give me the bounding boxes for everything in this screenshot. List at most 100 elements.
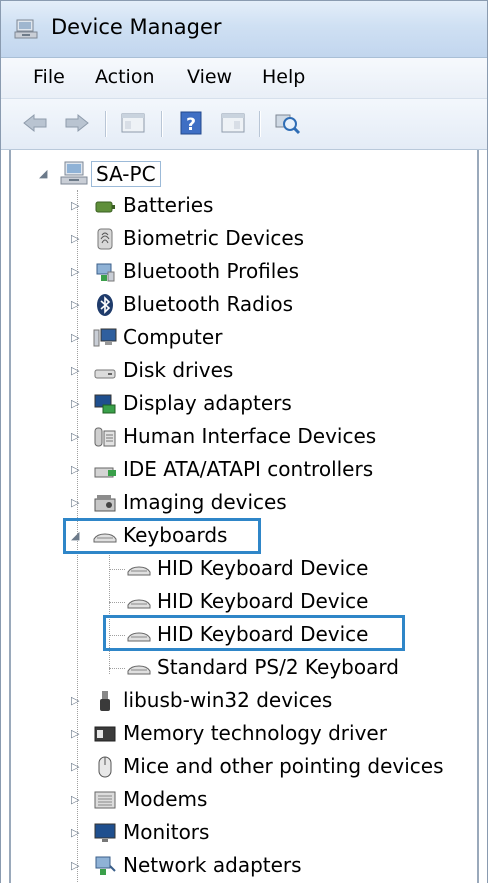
tree-item-bluetooth-radios[interactable]: ▷ Bluetooth Radios bbox=[11, 289, 481, 321]
battery-icon bbox=[95, 201, 115, 213]
tree-item-label: Standard PS/2 Keyboard bbox=[157, 655, 399, 679]
fingerprint-icon bbox=[97, 228, 113, 250]
modem-icon bbox=[94, 791, 116, 809]
expand-triangle-icon[interactable]: ▷ bbox=[71, 727, 83, 741]
help-icon[interactable]: ? bbox=[177, 109, 205, 137]
expand-triangle-icon[interactable]: ▷ bbox=[71, 760, 83, 774]
expand-triangle-icon[interactable]: ▷ bbox=[71, 364, 83, 378]
keyboard-icon bbox=[127, 566, 151, 576]
tree-item-label: Mice and other pointing devices bbox=[123, 754, 444, 778]
keyboard-icon bbox=[127, 599, 151, 609]
tree-item-keyboard-device[interactable]: HID Keyboard Device bbox=[11, 553, 481, 585]
keyboards-highlight-box bbox=[63, 518, 261, 554]
mouse-icon bbox=[98, 756, 112, 778]
tree-item-keyboard-device[interactable]: Standard PS/2 Keyboard bbox=[11, 652, 481, 684]
device-tree: ◢ SA-PC ▷ Batteries ▷ Biometric Devices … bbox=[9, 150, 479, 883]
tree-item-disk-drives[interactable]: ▷ Disk drives bbox=[11, 355, 481, 387]
tree-root-row[interactable]: ◢ SA-PC bbox=[11, 158, 481, 190]
tree-item-human-interface-devices[interactable]: ▷ Human Interface Devices bbox=[11, 421, 481, 453]
toolbar-separator bbox=[105, 111, 106, 137]
tree-root-label[interactable]: SA-PC bbox=[91, 161, 161, 187]
toolbar-separator bbox=[259, 111, 260, 137]
tree-item-display-adapters[interactable]: ▷ Display adapters bbox=[11, 388, 481, 420]
tree-item-computer[interactable]: ▷ Computer bbox=[11, 322, 481, 354]
expand-triangle-icon[interactable]: ▷ bbox=[71, 793, 83, 807]
menu-help[interactable]: Help bbox=[262, 66, 305, 88]
tree-item-label: Modems bbox=[123, 787, 208, 811]
tree-item-label: Display adapters bbox=[123, 391, 292, 415]
tree-item-label: IDE ATA/ATAPI controllers bbox=[123, 457, 374, 481]
tree-item-monitors[interactable]: ▷ Monitors bbox=[11, 817, 481, 849]
tree-item-label: Memory technology driver bbox=[123, 721, 387, 745]
expand-triangle-icon[interactable]: ▷ bbox=[71, 265, 83, 279]
tree-item-label: Disk drives bbox=[123, 358, 234, 382]
tree-item-label: HID Keyboard Device bbox=[157, 589, 369, 613]
memory-icon bbox=[94, 726, 116, 742]
bluetooth-profile-icon bbox=[96, 263, 115, 282]
expand-triangle-icon[interactable]: ▷ bbox=[71, 859, 83, 873]
tree-item-network-adapters[interactable]: ▷ Network adapters bbox=[11, 850, 481, 882]
back-arrow-icon[interactable] bbox=[21, 109, 49, 137]
tree-item-label: HID Keyboard Device bbox=[157, 556, 369, 580]
expand-triangle-icon[interactable]: ▷ bbox=[71, 298, 83, 312]
menu-file[interactable]: File bbox=[33, 66, 65, 88]
tree-item-biometric-devices[interactable]: ▷ Biometric Devices bbox=[11, 223, 481, 255]
camera-icon bbox=[94, 495, 116, 512]
menu-view[interactable]: View bbox=[187, 66, 232, 88]
expand-triangle-icon[interactable]: ▷ bbox=[71, 430, 83, 444]
expand-triangle-icon[interactable]: ▷ bbox=[71, 397, 83, 411]
tree-item-ide-ata-atapi-controllers[interactable]: ▷ IDE ATA/ATAPI controllers bbox=[11, 454, 481, 486]
menu-action[interactable]: Action bbox=[95, 66, 155, 88]
tree-item-libusb-win32-devices[interactable]: ▷ libusb-win32 devices bbox=[11, 685, 481, 717]
scan-hardware-icon[interactable] bbox=[273, 109, 301, 137]
tree-item-label: Network adapters bbox=[123, 853, 302, 877]
expand-triangle-icon[interactable]: ▷ bbox=[71, 826, 83, 840]
tree-guide-line bbox=[109, 668, 125, 670]
menu-bar: File Action View Help bbox=[1, 58, 487, 99]
expand-triangle-icon[interactable]: ▷ bbox=[71, 232, 83, 246]
tree-guide-line bbox=[109, 602, 125, 604]
expand-triangle-icon[interactable]: ▷ bbox=[71, 694, 83, 708]
expand-triangle-icon[interactable]: ▷ bbox=[71, 463, 83, 477]
tree-item-label: Monitors bbox=[123, 820, 210, 844]
tree-item-imaging-devices[interactable]: ▷ Imaging devices bbox=[11, 487, 481, 519]
tree-item-batteries[interactable]: ▷ Batteries bbox=[11, 190, 481, 222]
bluetooth-icon bbox=[97, 294, 113, 316]
tree-item-keyboard-device[interactable]: HID Keyboard Device bbox=[11, 586, 481, 618]
selected-device-highlight-box bbox=[103, 615, 405, 651]
expand-triangle-icon[interactable]: ▷ bbox=[71, 331, 83, 345]
title-bar[interactable]: Device Manager bbox=[1, 1, 487, 58]
tree-item-label: Imaging devices bbox=[123, 490, 287, 514]
usb-icon bbox=[100, 691, 110, 711]
device-manager-window: Device Manager File Action View Help ? ◢… bbox=[0, 0, 488, 883]
tree-guide-line bbox=[109, 569, 125, 571]
window-title: Device Manager bbox=[51, 15, 222, 39]
tree-item-label: Batteries bbox=[123, 193, 214, 217]
tree-item-label: libusb-win32 devices bbox=[123, 688, 333, 712]
tree-item-memory-technology-driver[interactable]: ▷ Memory technology driver bbox=[11, 718, 481, 750]
expand-triangle-icon[interactable]: ▷ bbox=[71, 496, 83, 510]
show-hidden-icon[interactable] bbox=[219, 109, 247, 137]
tree-item-bluetooth-profiles[interactable]: ▷ Bluetooth Profiles bbox=[11, 256, 481, 288]
monitor-icon bbox=[94, 823, 116, 842]
disk-drive-icon bbox=[94, 369, 116, 379]
device-manager-icon bbox=[14, 19, 38, 39]
network-adapter-icon bbox=[95, 856, 116, 875]
tree-item-modems[interactable]: ▷ Modems bbox=[11, 784, 481, 816]
tree-item-label: Biometric Devices bbox=[123, 226, 305, 250]
toolbar: ? bbox=[1, 99, 487, 150]
toolbar-separator bbox=[161, 111, 162, 137]
computer-network-icon bbox=[60, 161, 88, 185]
tree-item-label: Bluetooth Radios bbox=[123, 292, 294, 316]
properties-icon[interactable] bbox=[119, 109, 147, 137]
tree-item-label: Computer bbox=[123, 325, 223, 349]
forward-arrow-icon[interactable] bbox=[63, 109, 91, 137]
expand-triangle-icon[interactable]: ▷ bbox=[71, 199, 83, 213]
tree-item-mice-and-other-pointing-devices[interactable]: ▷ Mice and other pointing devices bbox=[11, 751, 481, 783]
collapse-triangle-icon[interactable]: ◢ bbox=[39, 167, 51, 181]
tree-item-label: Bluetooth Profiles bbox=[123, 259, 300, 283]
keyboard-icon bbox=[127, 665, 151, 675]
hid-icon bbox=[94, 427, 116, 447]
svg-text:?: ? bbox=[186, 115, 196, 135]
computer-icon bbox=[93, 328, 117, 347]
